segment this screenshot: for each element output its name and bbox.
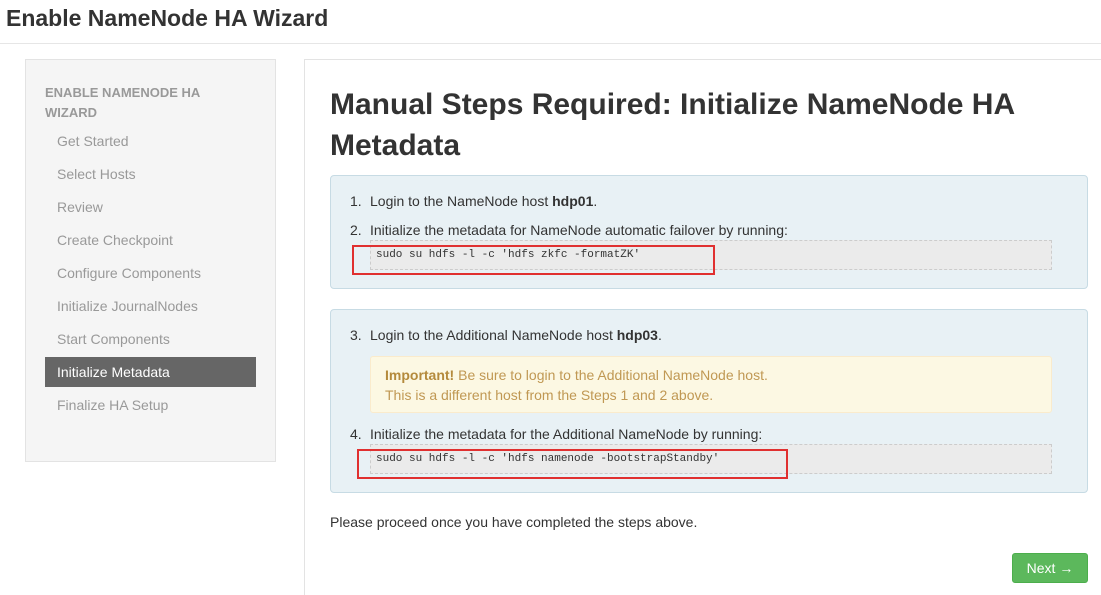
step-3: 3. Login to the Additional NameNode host … <box>350 327 662 343</box>
sidebar-item-select-hosts[interactable]: Select Hosts <box>45 159 256 189</box>
step-text: Initialize the metadata for the Addition… <box>370 426 763 442</box>
highlight-box <box>352 245 715 275</box>
sidebar-item-start-components[interactable]: Start Components <box>45 324 256 354</box>
sidebar-item-initialize-metadata[interactable]: Initialize Metadata <box>45 357 256 387</box>
step-title: Manual Steps Required: Initialize NameNo… <box>330 88 1015 162</box>
step-1: 1. Login to the NameNode host hdp01. <box>350 193 597 209</box>
step-number: 1. <box>350 193 362 209</box>
page-header: Enable NameNode HA Wizard <box>0 0 1101 44</box>
sidebar-item-create-checkpoint[interactable]: Create Checkpoint <box>45 225 256 255</box>
step-suffix: . <box>657 327 662 343</box>
step-number: 2. <box>350 222 362 238</box>
sidebar-item-initialize-journalnodes[interactable]: Initialize JournalNodes <box>45 291 256 321</box>
sidebar-item-finalize-ha-setup[interactable]: Finalize HA Setup <box>45 390 256 420</box>
step-text: Initialize the metadata for NameNode aut… <box>370 222 788 238</box>
host-name: hdp03 <box>616 327 658 343</box>
host-name: hdp01 <box>552 193 594 209</box>
important-alert: Important! Be sure to login to the Addit… <box>370 356 1052 413</box>
highlight-box <box>357 449 788 479</box>
alert-line-1: Be sure to login to the Additional NameN… <box>454 367 768 383</box>
page-title: Enable NameNode HA Wizard <box>6 5 329 31</box>
step-text: Login to the NameNode host <box>370 193 553 209</box>
sidebar-item-review[interactable]: Review <box>45 192 256 222</box>
alert-line-2: This is a different host from the Steps … <box>385 387 714 403</box>
step-suffix: . <box>593 193 598 209</box>
step-text: Login to the Additional NameNode host <box>370 327 617 343</box>
proceed-text: Please proceed once you have completed t… <box>330 514 698 530</box>
next-button[interactable]: Next → <box>1012 553 1088 583</box>
step-2: 2. Initialize the metadata for NameNode a… <box>350 222 788 238</box>
sidebar-item-get-started[interactable]: Get Started <box>45 126 256 156</box>
sidebar-header: ENABLE NAMENODE HA WIZARD <box>45 85 200 120</box>
alert-strong: Important! <box>385 367 455 383</box>
step-4: 4. Initialize the metadata for the Additi… <box>350 426 762 442</box>
step-number: 3. <box>350 327 362 343</box>
sidebar-item-configure-components[interactable]: Configure Components <box>45 258 256 288</box>
step-number: 4. <box>350 426 362 442</box>
